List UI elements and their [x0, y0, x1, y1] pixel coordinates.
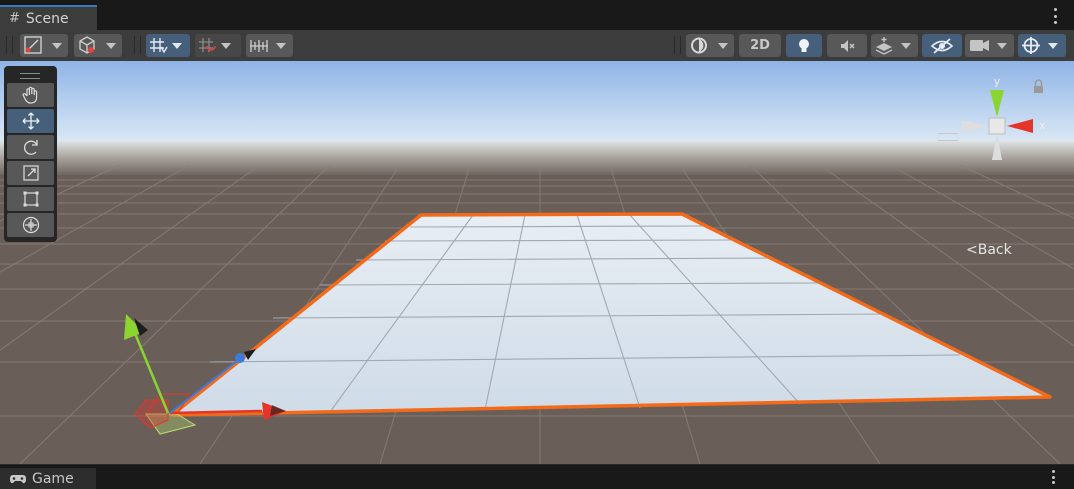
scale-icon [22, 165, 39, 181]
gizmo-view-x-cone[interactable] [1007, 119, 1033, 133]
bottom-tab-bar: Game [0, 464, 1074, 489]
increment-snap-toggle[interactable] [195, 34, 241, 57]
gizmos-dropdown[interactable] [1018, 34, 1066, 57]
2d-toggle[interactable]: 2D [739, 34, 781, 57]
orientation-dropdown[interactable] [686, 34, 734, 57]
scene-hash-icon: # [9, 11, 20, 26]
hidden-eye-icon [930, 37, 954, 54]
toolbar-grip-3[interactable] [674, 36, 681, 54]
effects-layers-icon [875, 37, 893, 55]
tab-scene-label: Scene [25, 10, 69, 27]
gizmo-view-y-cone[interactable] [990, 90, 1004, 117]
back-arrow-icon: < [966, 242, 978, 258]
shading-dropdown[interactable] [74, 34, 122, 57]
game-controller-icon [10, 474, 26, 483]
draw-mode-icon [24, 36, 42, 54]
gizmo-x-label: x [1039, 119, 1046, 132]
audio-mute-icon [841, 39, 855, 52]
scene-more-menu-icon[interactable] [1052, 8, 1058, 24]
toolbar-grip[interactable] [6, 36, 13, 54]
light-bulb-icon [799, 38, 809, 52]
grid-snap-icon [150, 38, 168, 54]
gizmo-center-cube[interactable] [988, 117, 1006, 135]
hand-icon [22, 86, 37, 104]
tab-game[interactable]: Game [0, 468, 96, 489]
gizmo-view-neg-y-cone[interactable] [992, 134, 1002, 160]
transform-icon [22, 216, 39, 234]
toolbar-grip-2[interactable] [134, 36, 141, 54]
2d-toggle-label: 2D [750, 38, 770, 53]
tools-overlay-handle[interactable] [20, 73, 40, 79]
gizmo-view-neg-x-cone[interactable] [962, 120, 988, 132]
move-arrows-icon [22, 112, 39, 130]
shading-cube-icon [79, 36, 95, 54]
view-back-label[interactable]: <Back [966, 242, 1012, 258]
scale-tool-button[interactable] [7, 161, 54, 185]
rotate-tool-button[interactable] [7, 135, 54, 159]
ruler-icon [250, 40, 268, 52]
scene-viewport[interactable]: y x <Back [0, 61, 1074, 464]
scene-toolbar: 2D [0, 30, 1074, 61]
draw-mode-dropdown[interactable] [20, 34, 68, 57]
scene-canvas[interactable] [0, 61, 1074, 464]
tab-bar: # Scene [0, 0, 1074, 30]
grid-snapping-toggle[interactable] [146, 34, 190, 57]
gizmo-y-label: y [994, 75, 1001, 88]
lock-icon[interactable] [1034, 79, 1043, 93]
tools-overlay [4, 66, 57, 242]
ruler-dropdown[interactable] [246, 34, 293, 57]
gizmos-icon [1022, 37, 1040, 54]
orientation-sphere-icon [691, 37, 707, 54]
orientation-gizmo[interactable]: y x [955, 74, 1055, 174]
tab-scene[interactable]: # Scene [0, 5, 97, 30]
hand-tool-button[interactable] [7, 83, 54, 107]
camera-icon [970, 40, 989, 51]
effects-dropdown[interactable] [871, 34, 918, 57]
rect-transform-icon [23, 191, 38, 207]
audio-toggle[interactable] [827, 34, 867, 57]
game-more-menu-icon[interactable] [1052, 470, 1056, 484]
lighting-toggle[interactable] [786, 34, 822, 57]
transform-tool-button[interactable] [7, 213, 54, 237]
gizmo-z-arrow[interactable] [235, 353, 245, 363]
camera-dropdown[interactable] [965, 34, 1014, 57]
increment-snap-icon [199, 38, 216, 52]
scene-visibility-toggle[interactable] [922, 34, 962, 57]
rect-tool-button[interactable] [7, 187, 54, 211]
rotate-icon [23, 140, 38, 155]
tab-game-label: Game [32, 470, 74, 487]
move-tool-button[interactable] [7, 109, 54, 133]
